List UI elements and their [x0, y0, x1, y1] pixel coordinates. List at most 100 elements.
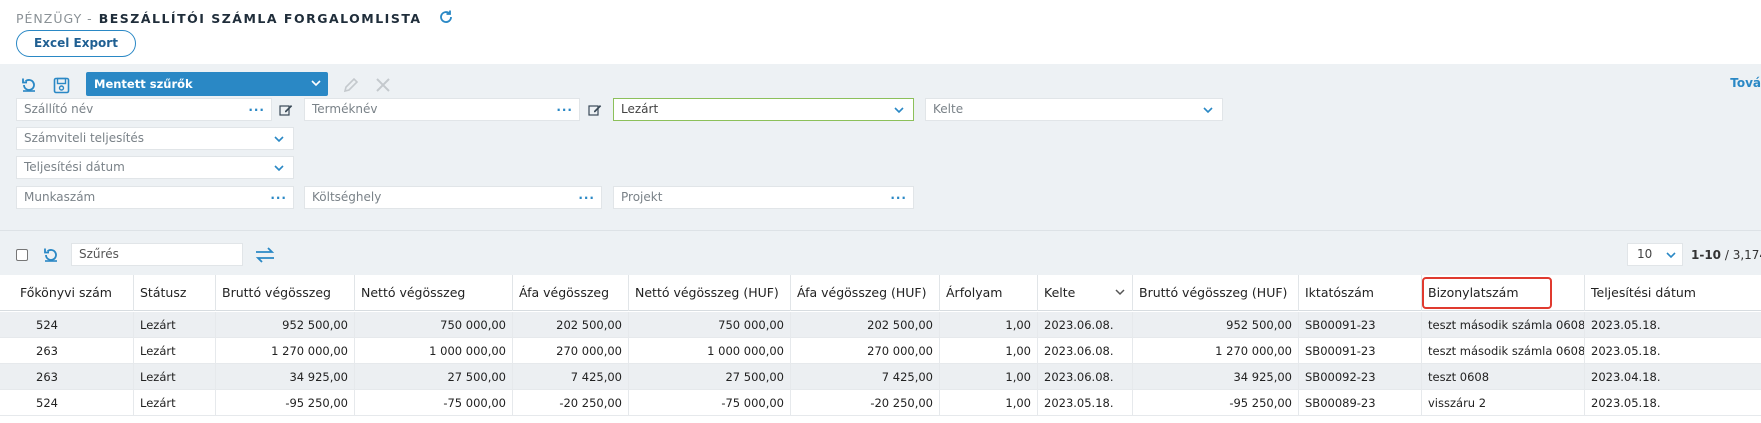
accounting-fulfillment-select[interactable]: Számviteli teljesítés	[16, 127, 294, 150]
table-cell: 2023.05.18.	[1591, 318, 1661, 332]
filter-divider	[0, 230, 1761, 231]
table-cell: -20 250,00	[791, 390, 940, 416]
filter-panel: Mentett szűrők Tová Szállító név ... Ter…	[0, 64, 1761, 235]
pager-range: 1-10	[1691, 248, 1722, 262]
page-title: PÉNZÜGY - BESZÁLLÍTÓI SZÁMLA FORGALOMLIS…	[16, 9, 456, 27]
column-header[interactable]: Teljesítési dátum	[1585, 275, 1761, 311]
table-cell: 7 425,00	[513, 364, 629, 390]
chevron-down-icon	[274, 165, 284, 172]
table-cell: Lezárt	[134, 312, 216, 338]
saved-filters-dropdown[interactable]: Mentett szűrők	[86, 72, 328, 96]
product-name-field[interactable]: Terméknév ...	[304, 98, 580, 121]
pager-info: 1-10 / 3,174	[1691, 248, 1761, 262]
table-cell: 270 000,00	[791, 338, 940, 364]
more-dots-icon[interactable]: ...	[578, 185, 595, 206]
cost-center-field[interactable]: Költséghely ...	[304, 186, 602, 209]
project-placeholder: Projekt	[621, 190, 663, 204]
cost-center-placeholder: Költséghely	[312, 190, 382, 204]
table-cell: 263	[30, 364, 134, 390]
column-header[interactable]: Nettó végösszeg (HUF)	[629, 275, 791, 311]
column-header[interactable]: Áfa végösszeg	[513, 275, 629, 311]
table-cell: 524	[30, 390, 134, 416]
grid-toolbar: Szűrés 10 1-10 / 3,174	[0, 235, 1761, 275]
edit-icon[interactable]	[587, 102, 603, 118]
pager-total: / 3,174	[1724, 248, 1761, 262]
title-prefix: PÉNZÜGY -	[16, 10, 93, 26]
chevron-down-icon	[894, 107, 904, 114]
page-size-value: 10	[1637, 247, 1653, 261]
table-cell: -95 250,00	[1133, 390, 1299, 416]
table-cell: 2023.04.18.	[1591, 370, 1661, 384]
table-cell: 2023.06.08.	[1038, 312, 1133, 338]
table-cell: Lezárt	[134, 390, 216, 416]
page-size-select[interactable]: 10	[1627, 243, 1683, 266]
grid-filter-input[interactable]: Szűrés	[71, 243, 243, 266]
table-cell: 7 425,00	[791, 364, 940, 390]
column-header[interactable]: Bruttó végösszeg (HUF)	[1133, 275, 1299, 311]
table-row[interactable]: 524 Lezárt 952 500,00 750 000,00 202 500,00 7…	[0, 312, 1761, 338]
more-dots-icon[interactable]: ...	[890, 185, 907, 206]
table-cell: 34 925,00	[216, 364, 355, 390]
column-header[interactable]: Iktatószám	[1299, 275, 1422, 311]
pencil-icon[interactable]	[340, 74, 362, 96]
status-select[interactable]: Lezárt	[613, 98, 914, 121]
more-dots-icon[interactable]: ...	[270, 185, 287, 206]
column-header-label: Kelte	[1044, 285, 1076, 300]
column-header[interactable]: Árfolyam	[940, 275, 1038, 311]
select-all-checkbox[interactable]	[16, 249, 28, 261]
table-row[interactable]: 524 Lezárt -95 250,00 -75 000,00 -20 250,00-…	[0, 390, 1761, 416]
excel-export-button[interactable]: Excel Export	[16, 30, 136, 57]
table-cell: -95 250,00	[216, 390, 355, 416]
more-dots-icon[interactable]: ...	[248, 97, 265, 118]
filter-toolbar: Mentett szűrők Tová	[0, 72, 1761, 96]
work-number-field[interactable]: Munkaszám ...	[16, 186, 294, 209]
reset-icon[interactable]	[18, 74, 40, 96]
table-cell: SB00089-23	[1299, 390, 1422, 416]
table-cell: 2023.05.18.	[1038, 390, 1133, 416]
grid-filter-placeholder: Szűrés	[79, 247, 119, 261]
table-cell: 27 500,00	[355, 364, 513, 390]
table-cell: SB00091-23	[1299, 312, 1422, 338]
table-row[interactable]: 263 Lezárt 1 270 000,00 1 000 000,00 270 000…	[0, 338, 1761, 364]
reset-icon[interactable]	[40, 244, 62, 266]
table-cell: 34 925,00	[1133, 364, 1299, 390]
table-cell: 750 000,00	[629, 312, 791, 338]
column-header[interactable]: Státusz	[134, 275, 216, 311]
page-header: PÉNZÜGY - BESZÁLLÍTÓI SZÁMLA FORGALOMLIS…	[0, 0, 1761, 64]
project-field[interactable]: Projekt ...	[613, 186, 914, 209]
refresh-icon[interactable]	[438, 9, 456, 27]
table-cell: -75 000,00	[355, 390, 513, 416]
table-cell: 202 500,00	[513, 312, 629, 338]
table-cell: 202 500,00	[791, 312, 940, 338]
more-link[interactable]: Tová	[1730, 76, 1761, 90]
fulfillment-date-select[interactable]: Teljesítési dátum	[16, 156, 294, 179]
table-cell: 1 000 000,00	[629, 338, 791, 364]
table-cell: 1 000 000,00	[355, 338, 513, 364]
chevron-down-icon	[1203, 107, 1213, 114]
chevron-down-icon	[311, 80, 321, 87]
supplier-name-placeholder: Szállító név	[24, 102, 94, 116]
column-header-sorted[interactable]: Kelte	[1038, 275, 1133, 311]
table-cell: 263	[30, 338, 134, 364]
highlight-box	[1422, 277, 1552, 309]
column-header[interactable]: Főkönyvi szám	[14, 275, 134, 311]
product-name-placeholder: Terméknév	[312, 102, 378, 116]
edit-icon[interactable]	[278, 102, 294, 118]
column-header[interactable]: Bruttó végösszeg	[216, 275, 355, 311]
supplier-name-field[interactable]: Szállító név ...	[16, 98, 272, 121]
issue-date-select[interactable]: Kelte	[925, 98, 1223, 121]
table-cell: 2023.06.08.	[1038, 338, 1133, 364]
table-cell: 1 270 000,00	[216, 338, 355, 364]
swap-icon[interactable]	[254, 244, 276, 266]
chevron-down-icon	[1115, 289, 1125, 296]
column-header[interactable]: Áfa végösszeg (HUF)	[791, 275, 940, 311]
table-cell: 1,00	[940, 338, 1038, 364]
save-icon[interactable]	[50, 74, 72, 96]
column-header[interactable]: Nettó végösszeg	[355, 275, 513, 311]
more-dots-icon[interactable]: ...	[556, 97, 573, 118]
table-cell: 1,00	[940, 364, 1038, 390]
close-icon[interactable]	[372, 74, 394, 96]
work-number-placeholder: Munkaszám	[24, 190, 96, 204]
table-cell: teszt 0608	[1422, 364, 1585, 390]
table-row[interactable]: 263 Lezárt 34 925,00 27 500,00 7 425,00 27 50…	[0, 364, 1761, 390]
